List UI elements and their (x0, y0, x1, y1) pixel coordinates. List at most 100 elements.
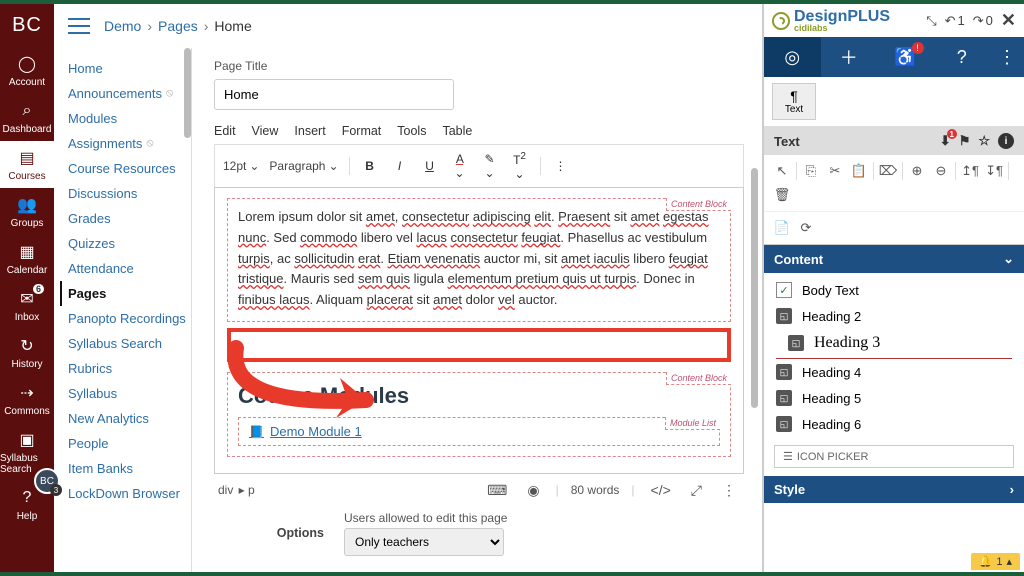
notification-toast[interactable]: 🔔 1 ▴ (971, 553, 1020, 570)
content-block[interactable]: Content Block Lorem ipsum dolor sit amet… (227, 198, 731, 322)
coursenav-announcements[interactable]: Announcements⦸ (68, 81, 191, 106)
coursenav-syllabus-search[interactable]: Syllabus Search (68, 331, 191, 356)
content-item-heading-4[interactable]: ◱Heading 4 (764, 359, 1024, 385)
redo-button[interactable]: ↷0 (973, 13, 993, 29)
icon-picker-button[interactable]: ☰ ICON PICKER (774, 445, 1014, 468)
tab-a11y[interactable]: ♿! (877, 37, 934, 77)
puzzle-icon[interactable]: ⚑ (959, 133, 971, 149)
coursenav-modules[interactable]: Modules (68, 106, 191, 131)
coursenav-lockdown-browser[interactable]: LockDown Browser (68, 481, 191, 506)
users-allowed-select[interactable]: Only teachers (344, 528, 504, 556)
scrollbar-thumb[interactable] (184, 48, 191, 138)
menu-edit[interactable]: Edit (214, 124, 236, 138)
coursenav-attendance[interactable]: Attendance (68, 256, 191, 281)
highlighted-insertion-point[interactable] (227, 328, 731, 362)
more-button[interactable]: ⋮ (551, 159, 571, 173)
subtab-text[interactable]: ¶Text (772, 83, 816, 120)
rich-content-editor[interactable]: Content Block Lorem ipsum dolor sit amet… (214, 187, 744, 474)
section-content-header[interactable]: Content⌄ (764, 245, 1024, 273)
paragraph-style-select[interactable]: Paragraph ⌄ (269, 159, 338, 173)
cut-icon[interactable]: ✂ (823, 159, 847, 183)
hamburger-icon[interactable] (68, 18, 90, 34)
heading-course-modules[interactable]: Course Modules (238, 383, 720, 409)
paste-icon[interactable]: 📋 (847, 159, 871, 183)
more-icon[interactable]: ⋮ (718, 482, 740, 499)
content-item-heading-3[interactable]: ◱Heading 3 (776, 329, 1012, 359)
nav-history[interactable]: ↻History (0, 329, 54, 376)
body-paragraph[interactable]: Lorem ipsum dolor sit amet, consectetur … (238, 207, 720, 311)
trash-icon[interactable]: 🗑 (770, 183, 794, 207)
expand-in-icon[interactable]: ⊖ (929, 159, 953, 183)
star-icon[interactable]: ☆ (978, 133, 990, 149)
copy-icon[interactable]: ⎘ (799, 159, 823, 183)
coursenav-discussions[interactable]: Discussions (68, 181, 191, 206)
section-style-header[interactable]: Style› (764, 476, 1024, 503)
nav-dashboard[interactable]: ⌕Dashboard (0, 94, 54, 141)
coursenav-grades[interactable]: Grades (68, 206, 191, 231)
content-block[interactable]: Content Block Course Modules Module List… (227, 372, 731, 457)
tab-help[interactable]: ? (934, 37, 991, 77)
coursenav-panopto-recordings[interactable]: Panopto Recordings (68, 306, 191, 331)
nav-inbox[interactable]: ✉Inbox6 (0, 282, 54, 329)
coursenav-quizzes[interactable]: Quizzes (68, 231, 191, 256)
nav-commons[interactable]: ⇢Commons (0, 376, 54, 423)
content-item-heading-6[interactable]: ◱Heading 6 (764, 411, 1024, 437)
pointer-icon[interactable]: ↖ (770, 159, 794, 183)
menu-view[interactable]: View (252, 124, 279, 138)
tab-more[interactable]: ⋮ (990, 37, 1024, 77)
coursenav-new-analytics[interactable]: New Analytics (68, 406, 191, 431)
page-title-input[interactable] (214, 79, 454, 110)
nav-calendar[interactable]: ▦Calendar (0, 235, 54, 282)
keyboard-icon[interactable]: ⌨ (483, 482, 511, 499)
html-editor-icon[interactable]: </> (647, 482, 675, 498)
move-up-icon[interactable]: ↥¶ (958, 159, 982, 183)
scrollbar-thumb[interactable] (751, 168, 758, 408)
fullscreen-icon[interactable]: ⤢ (687, 482, 706, 499)
section-text-header[interactable]: Text ⬇ ⚑ ☆ i (764, 127, 1024, 155)
highlight-button[interactable]: ✎ ⌄ (480, 152, 500, 180)
coursenav-people[interactable]: People (68, 431, 191, 456)
download-icon[interactable]: ⬇ (940, 133, 951, 149)
file-icon[interactable]: 📄 (770, 216, 794, 240)
superscript-button[interactable]: T2 ⌄ (510, 151, 530, 181)
crumb-section[interactable]: Pages (158, 18, 198, 34)
expand-icon[interactable]: ⤡ (926, 13, 936, 29)
element-path[interactable]: div ▸ p (218, 483, 257, 497)
module-list-block[interactable]: Module List Demo Module 1 (238, 417, 720, 446)
coursenav-item-banks[interactable]: Item Banks (68, 456, 191, 481)
refresh-icon[interactable]: ⟳ (794, 216, 818, 240)
info-icon[interactable]: i (998, 133, 1014, 149)
content-item-body-text[interactable]: ✓Body Text (764, 277, 1024, 303)
move-down-icon[interactable]: ↧¶ (982, 159, 1006, 183)
close-icon[interactable]: ✕ (1001, 10, 1016, 31)
italic-button[interactable]: I (390, 159, 410, 173)
font-size-select[interactable]: 12pt ⌄ (223, 159, 259, 173)
clear-format-icon[interactable]: ⌦ (876, 159, 900, 183)
nav-label: Inbox (15, 312, 39, 323)
coursenav-assignments[interactable]: Assignments⦸ (68, 131, 191, 156)
nav-courses[interactable]: ▤Courses (0, 141, 54, 188)
bold-button[interactable]: B (360, 159, 380, 173)
undo-button[interactable]: ↶1 (945, 13, 965, 29)
module-link[interactable]: Demo Module 1 (249, 424, 362, 439)
content-item-heading-5[interactable]: ◱Heading 5 (764, 385, 1024, 411)
text-color-button[interactable]: A ⌄ (450, 152, 470, 180)
coursenav-home[interactable]: Home (68, 56, 191, 81)
tab-target[interactable]: ◎ (764, 37, 821, 77)
a11y-checker-icon[interactable]: ◉ (523, 482, 543, 499)
expand-out-icon[interactable]: ⊕ (905, 159, 929, 183)
crumb-course[interactable]: Demo (104, 18, 141, 34)
nav-groups[interactable]: 👥Groups (0, 188, 54, 235)
coursenav-syllabus[interactable]: Syllabus (68, 381, 191, 406)
content-item-heading-2[interactable]: ◱Heading 2 (764, 303, 1024, 329)
underline-button[interactable]: U (420, 159, 440, 173)
menu-insert[interactable]: Insert (294, 124, 325, 138)
coursenav-course-resources[interactable]: Course Resources (68, 156, 191, 181)
tab-add[interactable]: ＋ (821, 37, 878, 77)
coursenav-pages[interactable]: Pages (60, 281, 191, 306)
menu-format[interactable]: Format (342, 124, 382, 138)
menu-tools[interactable]: Tools (397, 124, 426, 138)
coursenav-rubrics[interactable]: Rubrics (68, 356, 191, 381)
nav-account[interactable]: ◯Account (0, 47, 54, 94)
menu-table[interactable]: Table (442, 124, 472, 138)
